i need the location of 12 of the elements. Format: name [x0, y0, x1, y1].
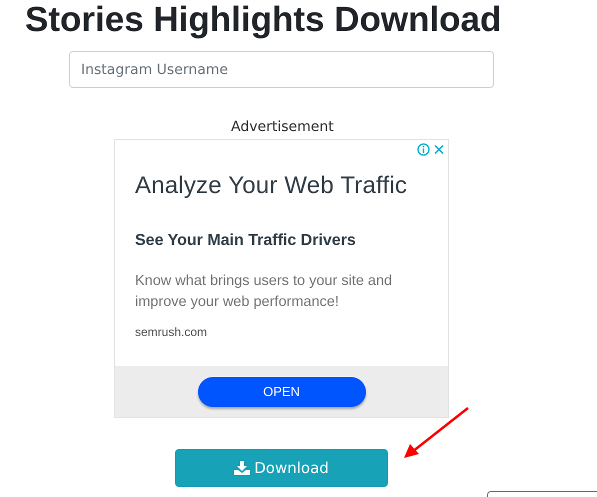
ad-subheadline: See Your Main Traffic Drivers: [135, 232, 357, 250]
download-icon: [234, 461, 250, 475]
info-icon[interactable]: [417, 143, 430, 156]
ad-headline: Analyze Your Web Traffic: [135, 172, 408, 200]
ad-body: Know what brings users to your site and improve your web performance!: [135, 272, 394, 312]
download-button[interactable]: Download: [175, 449, 388, 487]
ad-domain: semrush.com: [135, 325, 208, 339]
username-field[interactable]: Instagram Username: [69, 51, 494, 88]
page-title: Stories Highlights Download: [25, 0, 502, 41]
open-button[interactable]: OPEN: [198, 376, 366, 406]
close-icon[interactable]: [433, 143, 445, 156]
ad-label: Advertisement: [231, 119, 334, 136]
